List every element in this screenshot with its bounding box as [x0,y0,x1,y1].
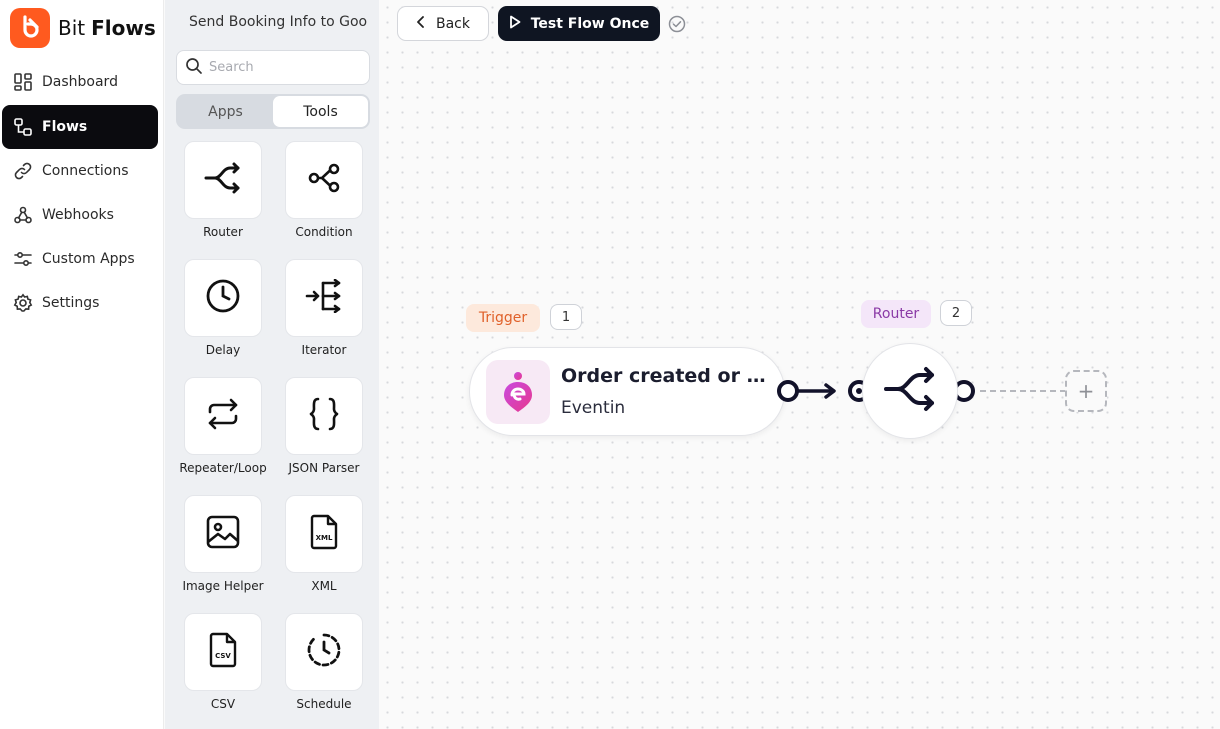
tool-iterator[interactable]: Iterator [274,259,374,357]
nav-label: Connections [42,163,129,179]
tool-schedule[interactable]: Schedule [274,613,374,711]
nav-label: Webhooks [42,207,114,223]
trigger-app-name: Eventin [561,398,626,418]
tool-label: Repeater/Loop [179,461,267,475]
trigger-badge: Trigger [466,304,540,332]
sliders-icon [12,248,34,270]
tool-router[interactable]: Router [173,141,273,239]
nav-label: Dashboard [42,74,118,90]
nav-label: Custom Apps [42,251,135,267]
chevron-left-icon [416,15,426,32]
tool-box [285,613,363,691]
tab-tools[interactable]: Tools [273,96,368,127]
svg-text:CSV: CSV [215,652,231,660]
repeat-icon [205,397,241,435]
tool-label: Schedule [296,697,352,711]
back-button[interactable]: Back [397,6,489,41]
image-icon [206,515,240,553]
panel-tabs: Apps Tools [176,94,370,129]
tool-repeater-loop[interactable]: Repeater/Loop [173,377,273,475]
test-label: Test Flow Once [530,15,650,32]
brand-name-bold: Flows [91,16,156,40]
step-number-2: 2 [940,300,972,326]
nav-item-flows[interactable]: Flows [2,105,158,149]
link-icon [12,160,34,182]
clock-icon [205,278,241,318]
brand-name-light: Bit [58,16,86,40]
tab-apps[interactable]: Apps [178,96,273,127]
tool-label: XML [311,579,337,593]
plus-icon: + [1077,379,1095,403]
tool-xml[interactable]: XML XML [274,495,374,593]
bitflows-logo-icon [10,8,50,48]
braces-icon [308,396,340,436]
condition-icon [307,163,341,197]
tool-condition[interactable]: Condition [274,141,374,239]
tool-label: JSON Parser [288,461,360,475]
search-icon [185,57,203,79]
left-nav: Bit Flows Dashboard Flows Connections We… [0,0,164,729]
tool-box [184,141,262,219]
tool-delay[interactable]: Delay [173,259,273,357]
tool-label: Condition [295,225,353,239]
tool-image-helper[interactable]: Image Helper [173,495,273,593]
tool-box [184,377,262,455]
back-label: Back [436,15,470,32]
tool-label: CSV [210,697,236,711]
csv-file-icon: CSV [208,632,238,672]
tool-label: Iterator [301,343,347,357]
router-node[interactable] [862,343,958,439]
tools-panel: Send Booking Info to Goo Apps Tools Rout… [165,0,379,729]
nav-item-settings[interactable]: Settings [2,281,158,325]
router-icon [882,365,938,417]
svg-text:XML: XML [316,534,333,542]
tool-box [285,141,363,219]
tool-label: Delay [205,343,241,357]
tool-label: Router [203,225,243,239]
saved-check-icon [668,15,686,33]
add-node-button[interactable]: + [1065,370,1107,412]
webhook-icon [12,204,34,226]
brand[interactable]: Bit Flows [10,8,156,48]
trigger-title: Order created or Ti... [561,365,771,387]
test-flow-once-button[interactable]: Test Flow Once [498,6,660,41]
tool-box [184,259,262,337]
flows-icon [12,116,34,138]
tool-box [285,377,363,455]
nav-label: Flows [42,119,88,135]
tool-csv[interactable]: CSV CSV [173,613,273,711]
tool-box [285,259,363,337]
tool-box: XML [285,495,363,573]
nav-item-custom-apps[interactable]: Custom Apps [2,237,158,281]
search-input[interactable] [209,60,359,75]
xml-file-icon: XML [309,514,339,554]
nav-label: Settings [42,295,100,311]
nav-item-connections[interactable]: Connections [2,149,158,193]
play-icon [509,15,521,33]
tool-box: CSV [184,613,262,691]
router-badge: Router [861,300,931,328]
search-box[interactable] [176,50,370,85]
iterator-icon [305,278,343,317]
schedule-icon [306,632,342,672]
tool-label: Image Helper [182,579,264,593]
router-icon [203,161,243,199]
nav-item-dashboard[interactable]: Dashboard [2,60,158,104]
gear-icon [12,292,34,314]
step-number-1: 1 [550,304,582,330]
dashboard-icon [12,71,34,93]
tool-box [184,495,262,573]
flow-title[interactable]: Send Booking Info to Goo [189,14,369,30]
trigger-node[interactable]: Order created or Ti... Eventin [469,347,785,436]
nav-item-webhooks[interactable]: Webhooks [2,193,158,237]
tool-json-parser[interactable]: JSON Parser [274,377,374,475]
eventin-app-icon [486,360,550,424]
brand-name: Bit Flows [58,16,156,40]
